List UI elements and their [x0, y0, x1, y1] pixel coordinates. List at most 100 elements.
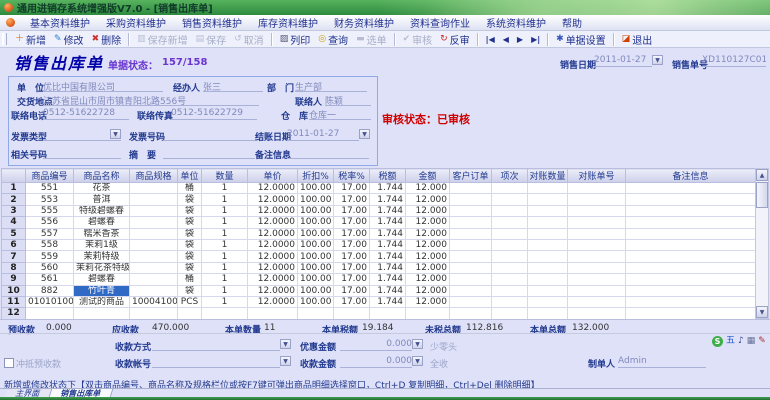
table-cell[interactable]: 1.744 — [369, 204, 406, 218]
table-cell[interactable] — [369, 307, 406, 319]
table-cell[interactable] — [567, 261, 626, 275]
summary-field[interactable] — [163, 147, 255, 159]
table-cell[interactable]: 17.00 — [333, 227, 370, 240]
column-header[interactable]: 对账单号 — [567, 168, 626, 183]
invoice-no-field[interactable] — [163, 129, 255, 141]
sale-date-dropdown-icon[interactable]: ▼ — [652, 55, 663, 65]
table-cell[interactable] — [129, 193, 178, 206]
table-cell[interactable]: 12.0000 — [247, 238, 298, 252]
table-cell[interactable] — [567, 284, 626, 297]
table-cell[interactable]: 17.00 — [333, 273, 370, 286]
table-cell[interactable] — [129, 273, 178, 286]
table-cell[interactable]: 1.744 — [369, 238, 406, 252]
table-cell[interactable] — [625, 227, 755, 240]
tab-main[interactable]: 主界面 — [4, 389, 53, 398]
table-cell[interactable]: 100.00 — [297, 284, 334, 297]
table-cell[interactable] — [527, 307, 568, 319]
table-cell[interactable]: 1 — [201, 295, 248, 309]
table-cell[interactable] — [567, 181, 626, 195]
table-cell[interactable]: 12.000 — [405, 250, 450, 263]
column-header[interactable]: 客户订单 — [449, 168, 492, 183]
column-header[interactable]: 单位 — [177, 168, 202, 183]
table-cell[interactable]: 12.000 — [405, 238, 450, 252]
row-number[interactable]: 9 — [1, 273, 26, 286]
table-cell[interactable] — [527, 261, 568, 275]
menu-item-0[interactable]: 基本资料维护 — [22, 15, 98, 30]
table-cell[interactable] — [25, 307, 74, 319]
table-cell[interactable]: 1.744 — [369, 216, 406, 229]
table-cell[interactable] — [449, 284, 492, 297]
table-cell[interactable] — [449, 250, 492, 263]
table-cell[interactable] — [527, 193, 568, 206]
table-cell[interactable] — [247, 307, 298, 319]
table-cell[interactable]: 100.00 — [297, 181, 334, 195]
table-cell[interactable] — [491, 250, 528, 263]
column-header[interactable]: 备注信息 — [625, 168, 755, 183]
pay-method-dropdown-icon[interactable]: ▼ — [280, 339, 291, 349]
table-cell[interactable] — [449, 307, 492, 319]
table-cell[interactable] — [129, 238, 178, 252]
table-cell[interactable]: 1 — [201, 193, 248, 206]
table-cell[interactable]: 1.744 — [369, 261, 406, 275]
nav-first-button[interactable]: |◀ — [482, 35, 499, 44]
table-cell[interactable]: 袋 — [177, 216, 202, 229]
table-cell[interactable]: 特级碧螺春 — [73, 204, 130, 218]
unit-field[interactable]: 优比中国有限公司 — [43, 80, 163, 92]
table-cell[interactable]: 1 — [201, 284, 248, 297]
doc-settings-button[interactable]: ✱ 单据设置 — [552, 32, 610, 47]
dept-field[interactable]: 生产部 — [295, 80, 367, 92]
table-cell[interactable]: 1 — [201, 216, 248, 229]
table-cell[interactable] — [129, 261, 178, 275]
table-cell[interactable] — [527, 181, 568, 195]
table-cell[interactable]: 560 — [25, 261, 74, 275]
table-cell[interactable] — [73, 307, 130, 319]
table-cell[interactable] — [567, 307, 626, 319]
table-cell[interactable]: 12.000 — [405, 181, 450, 195]
table-cell[interactable]: 1 — [201, 250, 248, 263]
query-button[interactable]: ◎ 查询 — [314, 32, 352, 47]
table-cell[interactable] — [625, 284, 755, 297]
table-cell[interactable] — [449, 181, 492, 195]
table-cell[interactable] — [625, 261, 755, 275]
table-cell[interactable] — [567, 273, 626, 286]
table-cell[interactable]: 12.000 — [405, 273, 450, 286]
column-header[interactable]: 对账数量 — [527, 168, 568, 183]
table-cell[interactable]: 17.00 — [333, 216, 370, 229]
table-cell[interactable]: 1 — [201, 261, 248, 275]
table-cell[interactable]: 100.00 — [297, 295, 334, 309]
new-button[interactable]: ＋新增 — [11, 32, 50, 47]
menu-item-4[interactable]: 财务资料维护 — [326, 15, 402, 30]
table-cell[interactable]: 100.00 — [297, 261, 334, 275]
row-number[interactable]: 7 — [1, 250, 26, 263]
fax-field[interactable]: 0512-51622729 — [171, 108, 257, 120]
table-cell[interactable]: 12.0000 — [247, 227, 298, 240]
nav-next-button[interactable]: ▶ — [513, 35, 527, 44]
table-cell[interactable] — [201, 307, 248, 319]
table-cell[interactable] — [567, 295, 626, 309]
contact-field[interactable]: 陈颖 — [325, 94, 371, 106]
table-cell[interactable] — [491, 238, 528, 252]
table-cell[interactable] — [129, 307, 178, 319]
table-cell[interactable] — [567, 227, 626, 240]
scroll-thumb[interactable] — [756, 182, 768, 208]
table-cell[interactable]: 12.000 — [405, 204, 450, 218]
table-cell[interactable] — [625, 273, 755, 286]
table-cell[interactable]: 1.744 — [369, 193, 406, 206]
scroll-up-icon[interactable]: ▲ — [756, 169, 768, 181]
column-header[interactable]: 商品规格 — [129, 168, 178, 183]
toolbar-grip[interactable] — [2, 33, 7, 45]
table-cell[interactable] — [405, 307, 450, 319]
table-cell[interactable] — [129, 227, 178, 240]
table-cell[interactable]: 17.00 — [333, 284, 370, 297]
wubi-input-icon[interactable]: 五 — [726, 336, 735, 347]
table-cell[interactable]: 557 — [25, 227, 74, 240]
edit-button[interactable]: ✎ 修改 — [50, 32, 88, 47]
keyboard-icon[interactable]: ▦ — [747, 336, 756, 347]
table-cell[interactable] — [567, 250, 626, 263]
settle-date-dropdown-icon[interactable]: ▼ — [359, 129, 370, 139]
table-cell[interactable] — [527, 238, 568, 252]
table-cell[interactable] — [449, 216, 492, 229]
table-cell[interactable]: 茉莉特级 — [73, 250, 130, 263]
table-cell[interactable]: 1.744 — [369, 250, 406, 263]
pen-icon[interactable]: ✎ — [758, 336, 766, 347]
